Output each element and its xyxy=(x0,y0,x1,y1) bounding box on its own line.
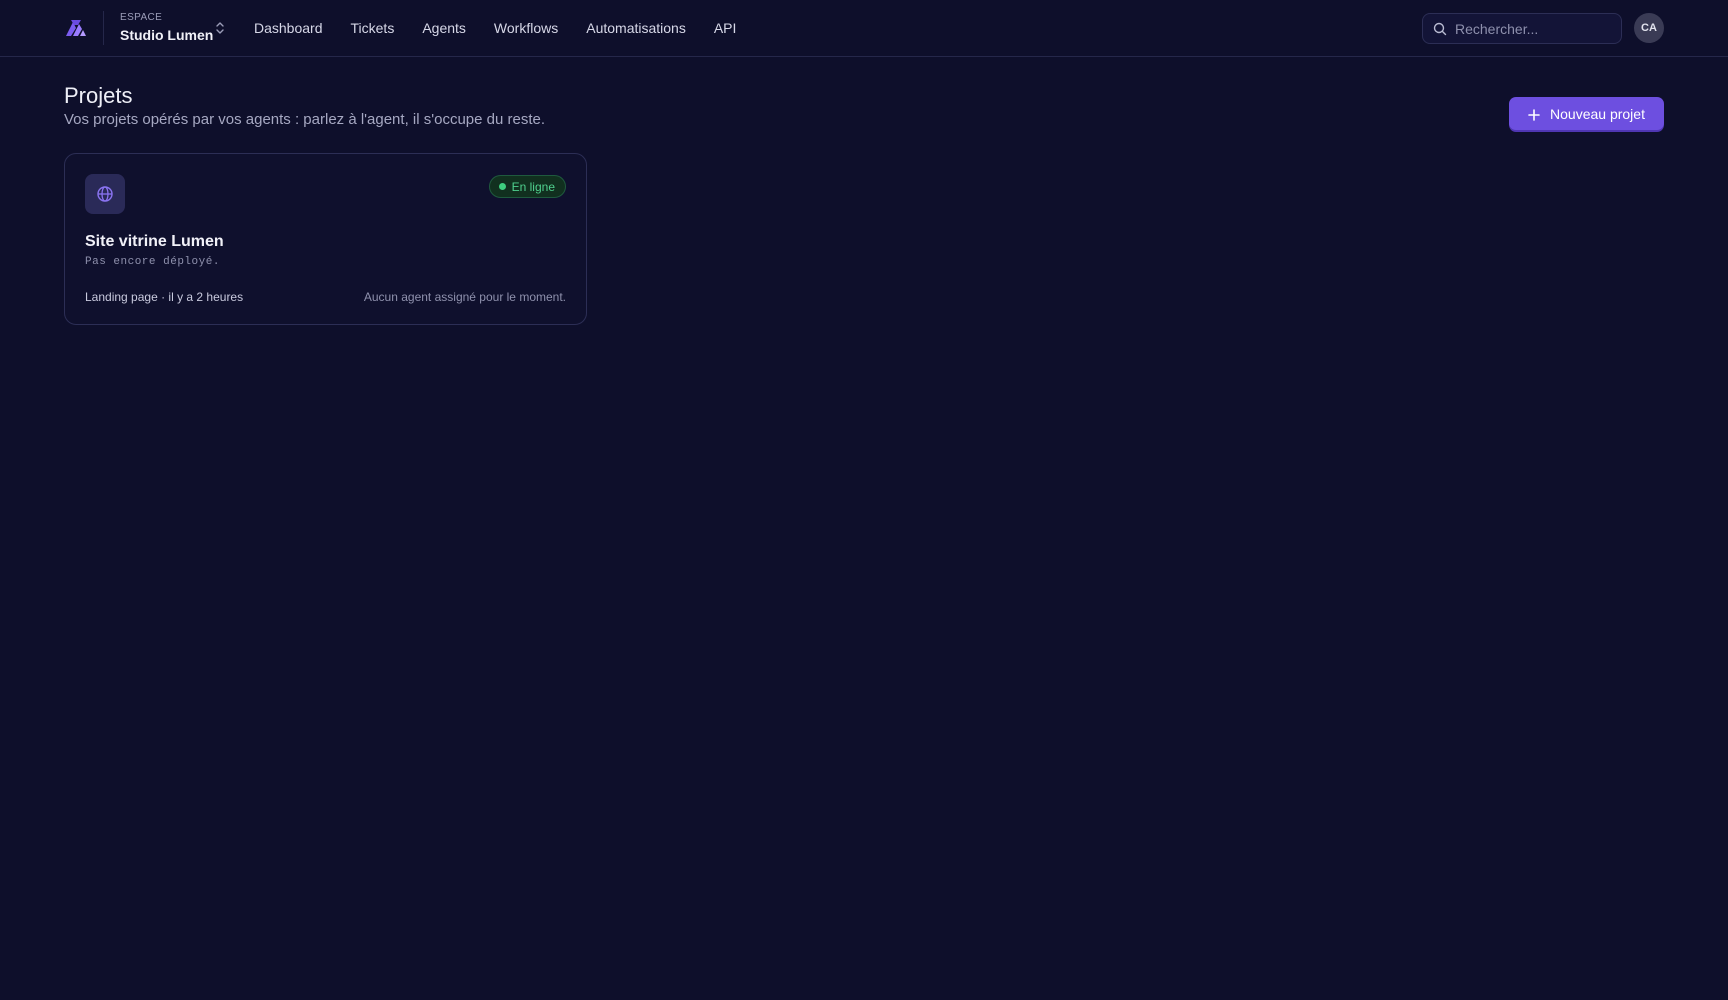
project-agents: Aucun agent assigné pour le moment. xyxy=(363,290,566,304)
nav-automatisations[interactable]: Automatisations xyxy=(572,0,700,57)
search-input[interactable] xyxy=(1455,20,1636,37)
nav-workflows[interactable]: Workflows xyxy=(480,0,572,57)
nav-api[interactable]: API xyxy=(700,0,751,57)
globe-icon xyxy=(85,174,125,214)
search-box[interactable]: ⌘K xyxy=(1422,13,1652,44)
page-subtitle: Vos projets opérés par vos agents : parl… xyxy=(64,111,546,128)
nav-tickets[interactable]: Tickets xyxy=(337,0,409,57)
page-title: Projets xyxy=(64,83,133,108)
workspace-switcher[interactable]: ESPACE Studio Lumen xyxy=(103,11,231,45)
project-name: Site vitrine Lumen xyxy=(85,233,224,250)
workspace-name: Studio Lumen xyxy=(120,27,214,43)
plus-icon xyxy=(1528,108,1540,121)
nav-dashboard[interactable]: Dashboard xyxy=(240,0,337,57)
workspace-kicker: ESPACE xyxy=(120,12,163,23)
project-card[interactable]: En ligne Site vitrine Lumen Pas encore d… xyxy=(64,153,587,325)
top-bar: ESPACE Studio Lumen Dashboard Tickets Ag… xyxy=(0,0,1728,57)
project-meta: Landing page · il y a 2 heures xyxy=(85,290,244,304)
status-badge: En ligne xyxy=(488,175,566,198)
status-badge-label: En ligne xyxy=(511,179,555,194)
chevron-up-down-icon xyxy=(214,20,226,36)
app-logo-icon[interactable] xyxy=(64,16,88,40)
workspace-text: ESPACE Studio Lumen xyxy=(120,12,213,44)
new-project-label: Nouveau projet xyxy=(1550,105,1645,122)
new-project-button[interactable]: Nouveau projet xyxy=(1509,97,1664,130)
nav-agents[interactable]: Agents xyxy=(408,0,480,57)
user-avatar[interactable]: CA xyxy=(1634,13,1664,43)
search-icon xyxy=(1433,22,1447,36)
project-deployment-status: Pas encore déployé. xyxy=(85,256,220,268)
status-dot xyxy=(498,183,506,190)
main-nav: Dashboard Tickets Agents Workflows Autom… xyxy=(240,0,750,57)
